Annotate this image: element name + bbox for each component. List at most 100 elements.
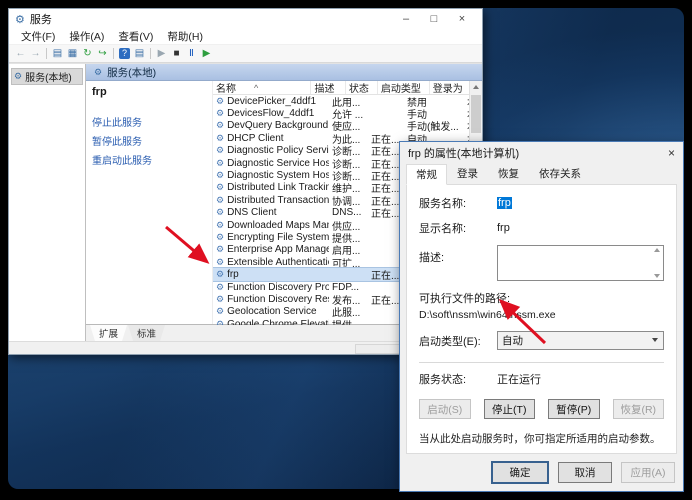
separator (46, 48, 47, 59)
pause-service-icon[interactable]: Ⅱ (184, 46, 199, 61)
toolbar: ←→▤▦↻↪?▤▶■Ⅱ▶ (9, 45, 482, 63)
start-service-icon[interactable]: ▶ (154, 46, 169, 61)
service-gear-icon: ⚙ (216, 232, 224, 243)
scroll-up-icon[interactable] (654, 248, 660, 252)
dialog-tab[interactable]: 恢复 (488, 163, 529, 184)
menu-item[interactable]: 查看(V) (112, 29, 159, 44)
service-gear-icon: ⚙ (216, 269, 224, 280)
services-app-icon: ⚙ (15, 13, 25, 26)
sort-asc-icon: ^ (254, 83, 258, 93)
tree-item-services-local[interactable]: ⚙ 服务(本地) (11, 68, 83, 85)
service-action-link[interactable]: 重启动此服务 (92, 152, 208, 167)
start-button: 启动(S) (419, 399, 471, 419)
tree-item-label: 服务(本地) (25, 69, 72, 84)
service-gear-icon: ⚙ (216, 145, 224, 156)
display-name-label: 显示名称: (419, 220, 497, 236)
dialog-title: frp 的属性(本地计算机) (408, 145, 519, 161)
resume-button: 恢复(R) (613, 399, 665, 419)
pane-header: ⚙ 服务(本地) (86, 64, 482, 81)
exe-path-value: D:\soft\nssm\win64\nssm.exe (419, 309, 664, 321)
service-gear-icon: ⚙ (216, 195, 224, 206)
dialog-tabs: 常规登录恢复依存关系 (400, 164, 683, 184)
export-list-icon[interactable]: ↪ (95, 46, 110, 61)
separator (113, 48, 114, 59)
column-header-name[interactable]: 名称 ^ (213, 81, 311, 94)
scroll-down-icon[interactable] (654, 274, 660, 278)
chevron-down-icon (652, 338, 658, 342)
menu-item[interactable]: 帮助(H) (161, 29, 209, 44)
service-gear-icon: ⚙ (216, 257, 224, 268)
show-console-tree-icon[interactable]: ▤ (50, 46, 65, 61)
view-tab[interactable]: 标准 (128, 325, 165, 341)
service-gear-icon: ⚙ (216, 306, 224, 317)
stop-service-icon[interactable]: ■ (169, 46, 184, 61)
column-header-status[interactable]: 状态 (346, 81, 378, 94)
startup-params-note: 当从此处启动服务时，你可指定所适用的启动参数。 (419, 431, 664, 446)
service-gear-icon: ⚙ (216, 108, 224, 119)
console-tree-pane: ⚙ 服务(本地) (9, 64, 86, 341)
service-gear-icon: ⚙ (216, 120, 224, 131)
service-status-label: 服务状态: (419, 371, 497, 387)
ok-button[interactable]: 确定 (491, 461, 549, 484)
dialog-close-icon[interactable]: × (655, 146, 675, 160)
pause-button[interactable]: 暂停(P) (548, 399, 600, 419)
startup-type-label: 启动类型(E): (419, 333, 497, 349)
description-field[interactable] (497, 245, 664, 281)
list-header: 名称 ^ 描述 状态 启动类型 登录为 (213, 81, 470, 95)
stop-button[interactable]: 停止(T) (484, 399, 536, 419)
service-gear-icon: ⚙ (216, 220, 224, 231)
divider (419, 362, 664, 363)
general-tab-page: 服务名称: frp 显示名称: frp 描述: 可执行文件的路径: D:\sof… (406, 184, 677, 454)
maximize-button[interactable]: □ (420, 9, 448, 29)
service-gear-icon: ⚙ (216, 182, 224, 193)
scrollbar-thumb[interactable] (471, 95, 481, 133)
service-gear-icon: ⚙ (216, 282, 224, 293)
frp-properties-dialog: frp 的属性(本地计算机) × 常规登录恢复依存关系 服务名称: frp 显示… (399, 141, 684, 492)
cancel-button[interactable]: 取消 (558, 462, 612, 483)
service-name-label: 服务名称: (419, 195, 497, 211)
description-scroll-icons[interactable] (652, 248, 661, 278)
service-gear-icon: ⚙ (216, 96, 224, 107)
help-icon[interactable]: ? (119, 48, 130, 59)
show-pane-icon[interactable]: ▤ (132, 46, 147, 61)
scroll-up-icon[interactable] (470, 81, 482, 93)
restart-service-icon[interactable]: ▶ (199, 46, 214, 61)
service-gear-icon: ⚙ (216, 207, 224, 218)
apply-button: 应用(A) (621, 462, 675, 483)
service-gear-icon: ⚙ (216, 244, 224, 255)
service-status-value: 正在运行 (497, 371, 541, 387)
column-header-logon[interactable]: 登录为 (430, 81, 470, 94)
service-action-link[interactable]: 暂停此服务 (92, 133, 208, 148)
menu-item[interactable]: 操作(A) (63, 29, 110, 44)
display-name-value: frp (497, 222, 510, 234)
startup-type-dropdown[interactable]: 自动 (497, 331, 664, 350)
service-gear-icon: ⚙ (216, 158, 224, 169)
service-name-value[interactable]: frp (497, 197, 512, 209)
dialog-tab[interactable]: 登录 (447, 163, 488, 184)
dialog-tab[interactable]: 常规 (406, 164, 447, 185)
view-tab[interactable]: 扩展 (90, 325, 127, 341)
pane-header-icon: ⚙ (94, 67, 102, 78)
refresh-icon[interactable]: ↻ (80, 46, 95, 61)
dialog-footer: 确定 取消 应用(A) (400, 454, 683, 491)
column-header-startup[interactable]: 启动类型 (378, 81, 430, 94)
service-detail-pane: frp 停止此服务暂停此服务重启动此服务 (86, 81, 212, 324)
properties-icon[interactable]: ▦ (65, 46, 80, 61)
service-action-link[interactable]: 停止此服务 (92, 114, 208, 129)
exe-path-label: 可执行文件的路径: (419, 290, 664, 306)
column-header-desc[interactable]: 描述 (311, 81, 345, 94)
desktop: ⚙ 服务 – □ × 文件(F)操作(A)查看(V)帮助(H) ←→▤▦↻↪?▤… (0, 0, 692, 500)
window-title: 服务 (30, 11, 52, 27)
menu-item[interactable]: 文件(F) (15, 29, 61, 44)
description-label: 描述: (419, 245, 497, 265)
forward-icon[interactable]: → (28, 46, 43, 61)
dialog-tab[interactable]: 依存关系 (529, 163, 591, 184)
back-icon[interactable]: ← (13, 46, 28, 61)
service-gear-icon: ⚙ (216, 170, 224, 181)
window-titlebar: ⚙ 服务 – □ × (9, 9, 482, 29)
close-button[interactable]: × (448, 9, 476, 29)
services-node-icon: ⚙ (14, 71, 22, 82)
service-gear-icon: ⚙ (216, 319, 224, 325)
pane-header-label: 服务(本地) (107, 65, 156, 80)
minimize-button[interactable]: – (392, 9, 420, 29)
